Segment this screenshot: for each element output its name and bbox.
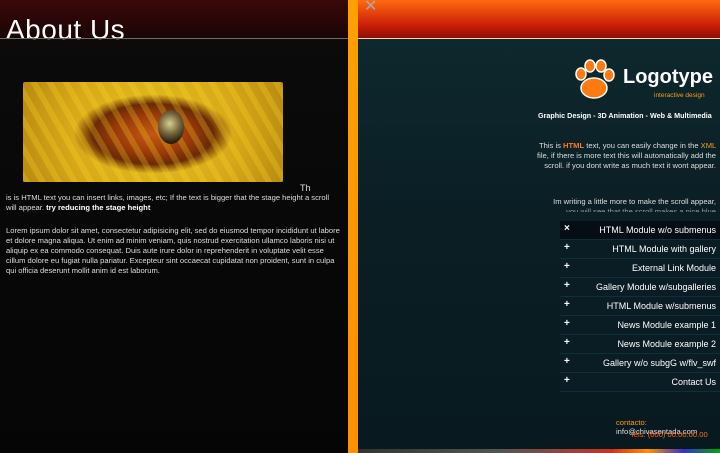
menu-item-label: Contact Us — [671, 377, 716, 387]
plus-icon: + — [564, 242, 570, 253]
paw-logo-icon — [575, 59, 615, 99]
menu-item-label: HTML Module w/submenus — [606, 301, 716, 311]
plus-icon: + — [564, 299, 570, 310]
plus-icon: + — [564, 280, 570, 291]
menu-item-external-link[interactable]: + External Link Module — [560, 259, 720, 278]
desc-html-highlight: HTML — [563, 141, 585, 150]
image-texture — [23, 82, 283, 182]
intro-bold: try reducing the stage height — [46, 203, 151, 212]
description-paragraph-2: Im writing a little more to make the scr… — [553, 197, 716, 206]
plus-icon: + — [564, 356, 570, 367]
intro-paragraph: is is HTML text you can insert links, im… — [6, 193, 336, 213]
menu-item-gallery-subgalleries[interactable]: + Gallery Module w/subgalleries — [560, 278, 720, 297]
desc-text-a: This is — [538, 141, 564, 150]
content-panel: About Us Th is is HTML text you can inse… — [0, 0, 348, 453]
menu-item-label: News Module example 2 — [617, 339, 716, 349]
menu-item-html-submenus[interactable]: + HTML Module w/submenus — [560, 297, 720, 316]
contact-label: contacto: — [616, 418, 647, 427]
menu-item-label: HTML Module w/o submenus — [599, 225, 716, 235]
description-paragraph-2-cut: you will see that the scroll makes a nic… — [566, 207, 716, 212]
desc-text-b: text, you can easily change in the — [584, 141, 701, 150]
close-icon: × — [564, 223, 570, 234]
menu-item-label: HTML Module with gallery — [612, 244, 716, 254]
menu-item-news-2[interactable]: + News Module example 2 — [560, 335, 720, 354]
logo-text: Logotype — [623, 66, 713, 88]
menu-item-contact-us[interactable]: + Contact Us — [560, 373, 720, 392]
close-icon[interactable]: ✕ — [364, 0, 377, 16]
menu-item-label: News Module example 1 — [617, 320, 716, 330]
plus-icon: + — [564, 318, 570, 329]
navigation-panel: Logotype interactive design Graphic Desi… — [358, 0, 720, 453]
menu-item-html-no-submenus[interactable]: × HTML Module w/o submenus — [560, 221, 720, 240]
lorem-paragraph: Lorem ipsum dolor sit amet, consectetur … — [6, 226, 340, 275]
desc-xml-highlight: XML — [700, 141, 716, 150]
nav-header-bar — [358, 0, 720, 38]
bee-figure — [158, 110, 184, 144]
plus-icon: + — [564, 261, 570, 272]
menu-item-gallery-flv-swf[interactable]: + Gallery w/o subgG w/flv_swf — [560, 354, 720, 373]
menu-item-news-1[interactable]: + News Module example 1 — [560, 316, 720, 335]
title-divider — [0, 38, 348, 39]
main-menu: × HTML Module w/o submenus + HTML Module… — [560, 221, 720, 392]
bottom-color-stripe — [358, 449, 720, 453]
sunflower-bee-image — [23, 82, 283, 182]
logo-subtitle: interactive design — [654, 92, 705, 99]
contact-phone: Tels: (000) 00.00.00.00 — [630, 430, 708, 439]
menu-item-label: Gallery w/o subgG w/flv_swf — [602, 358, 716, 368]
tagline: Graphic Design - 3D Animation - Web & Mu… — [538, 111, 712, 120]
panel-divider[interactable] — [348, 0, 358, 453]
plus-icon: + — [564, 337, 570, 348]
menu-item-html-gallery[interactable]: + HTML Module with gallery — [560, 240, 720, 259]
nav-header-line — [358, 38, 720, 39]
page-title: About Us — [6, 14, 126, 45]
description-paragraph-1: This is HTML text, you can easily change… — [526, 141, 716, 171]
overflow-text: Th — [300, 183, 311, 193]
menu-item-label: External Link Module — [631, 263, 716, 273]
menu-item-label: Gallery Module w/subgalleries — [595, 282, 716, 292]
plus-icon: + — [564, 375, 570, 386]
desc-text-c: file, if there is more text this will au… — [537, 151, 716, 170]
